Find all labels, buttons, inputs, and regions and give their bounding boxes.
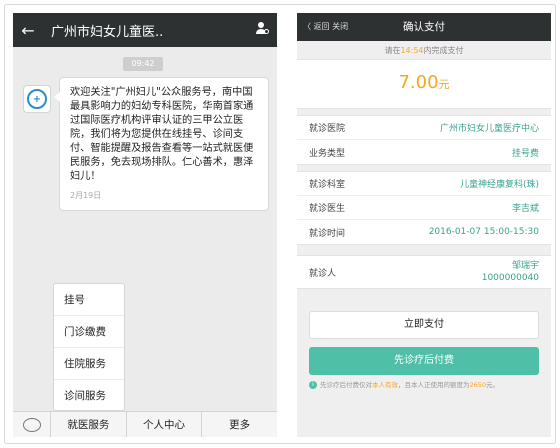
row-label: 就诊科室 <box>309 180 346 190</box>
chat-title: 广州市妇女儿童医.. <box>51 24 164 40</box>
tab-label: 更多 <box>229 418 251 431</box>
patient-info-card: 就诊人 邹瑞宇 1000000040 <box>297 255 551 289</box>
menu-item-register[interactable]: 挂号 <box>54 284 124 316</box>
bottom-menu-bar: 就医服务 个人中心 更多 <box>13 411 277 437</box>
tab-label: 就医服务 <box>67 418 110 431</box>
deadline-suffix: 内完成支付 <box>423 46 464 55</box>
time-badge: 09:42 <box>123 57 163 71</box>
patient-value: 邹瑞宇 1000000040 <box>482 260 539 284</box>
info-row-patient: 就诊人 邹瑞宇 1000000040 <box>297 256 551 288</box>
note-prefix: 先诊疗后付费仅对 <box>320 381 372 389</box>
hospital-logo-icon: + <box>27 89 47 109</box>
menu-item-outpatient-payment[interactable]: 门诊缴费 <box>54 316 124 348</box>
note-text: 先诊疗后付费仅对本人有效，且本人正使用的额度为2650元。 <box>320 381 499 390</box>
info-row-time: 就诊时间 2016-01-07 15:00-15:30 <box>297 220 551 244</box>
payment-amount: 7.00元 <box>297 72 551 93</box>
message-text: 欢迎关注"广州妇儿"公众服务号，南中国最具影响力的妇幼专科医院，华南首家通过国际… <box>70 87 254 182</box>
info-row-business-type: 业务类型 挂号费 <box>297 140 551 164</box>
payment-screen: 〈 返回 关闭 确认支付 请在14:54内完成支付 7.00元 就诊医院 广州市… <box>297 13 551 437</box>
hospital-info-card: 就诊医院 广州市妇女儿童医疗中心 业务类型 挂号费 <box>297 115 551 165</box>
info-row-doctor: 就诊医生 李吉斌 <box>297 196 551 220</box>
user-profile-icon[interactable] <box>247 21 277 39</box>
tab-more[interactable]: 更多 <box>202 412 277 438</box>
row-label: 就诊医院 <box>309 124 346 134</box>
amount-value: 7.00 <box>398 72 439 93</box>
row-label: 就诊时间 <box>309 228 346 239</box>
amount-panel: 7.00元 <box>297 59 551 109</box>
screenshot-frame: ← 广州市妇女儿童医.. 09:42 + 欢迎关注"广州妇儿"公众服务号，南中国… <box>4 4 556 444</box>
deadline-time: 14:54 <box>400 46 424 55</box>
note-middle: ，且本人正使用的额度为 <box>398 381 470 389</box>
deadline-prefix: 请在 <box>384 46 401 55</box>
row-label: 业务类型 <box>309 148 346 159</box>
pay-now-button[interactable]: 立即支付 <box>309 311 539 339</box>
row-label: 就诊医生 <box>309 204 346 214</box>
info-row-hospital: 就诊医院 广州市妇女儿童医疗中心 <box>297 116 551 140</box>
message-bubble: 欢迎关注"广州妇儿"公众服务号，南中国最具影响力的妇幼专科医院，华南首家通过国际… <box>54 77 269 211</box>
avatar[interactable]: + <box>23 85 51 113</box>
payment-header: 〈 返回 关闭 确认支付 <box>297 13 551 41</box>
note-suffix: 元。 <box>486 381 500 389</box>
row-value: 挂号费 <box>511 148 539 159</box>
pay-later-button[interactable]: 先诊疗后付费 <box>309 347 539 375</box>
note-highlight: 本人有效 <box>372 381 398 389</box>
row-value: 李吉斌 <box>511 204 539 214</box>
payment-deadline: 请在14:54内完成支付 <box>297 45 551 56</box>
menu-item-clinic-service[interactable]: 诊间服务 <box>54 380 124 412</box>
row-label: 就诊人 <box>309 268 337 279</box>
chat-screen: ← 广州市妇女儿童医.. 09:42 + 欢迎关注"广州妇儿"公众服务号，南中国… <box>13 13 277 437</box>
patient-name: 邹瑞宇 <box>511 261 539 271</box>
page-title: 确认支付 <box>403 21 445 33</box>
tab-label: 个人中心 <box>143 418 185 431</box>
patient-id: 1000000040 <box>481 273 539 283</box>
row-value: 儿童神经康复科(珠) <box>459 180 539 190</box>
tab-medical-service[interactable]: 就医服务 <box>51 411 127 437</box>
person-icon <box>256 22 269 34</box>
tab-personal-center[interactable]: 个人中心 <box>127 411 203 437</box>
chat-header: ← 广州市妇女儿童医.. <box>13 13 277 47</box>
menu-item-inpatient-service[interactable]: 住院服务 <box>54 348 124 380</box>
service-submenu: 挂号 门诊缴费 住院服务 诊间服务 <box>53 283 125 411</box>
chat-bubble-icon <box>22 417 41 432</box>
row-value: 2016-01-07 15:00-15:30 <box>428 227 539 237</box>
keyboard-toggle[interactable] <box>13 411 51 437</box>
info-row-department: 就诊科室 儿童神经康复科(珠) <box>297 172 551 196</box>
note-amount: 2650 <box>469 381 487 389</box>
row-value: 广州市妇女儿童医疗中心 <box>439 124 539 134</box>
info-icon: i <box>309 381 317 389</box>
appointment-info-card: 就诊科室 儿童神经康复科(珠) 就诊医生 李吉斌 就诊时间 2016-01-07… <box>297 171 551 245</box>
message-date: 2月19日 <box>70 191 102 200</box>
pay-later-note: i 先诊疗后付费仅对本人有效，且本人正使用的额度为2650元。 <box>309 381 539 390</box>
back-arrow-icon[interactable]: ← <box>13 21 43 40</box>
amount-unit: 元 <box>438 78 450 91</box>
